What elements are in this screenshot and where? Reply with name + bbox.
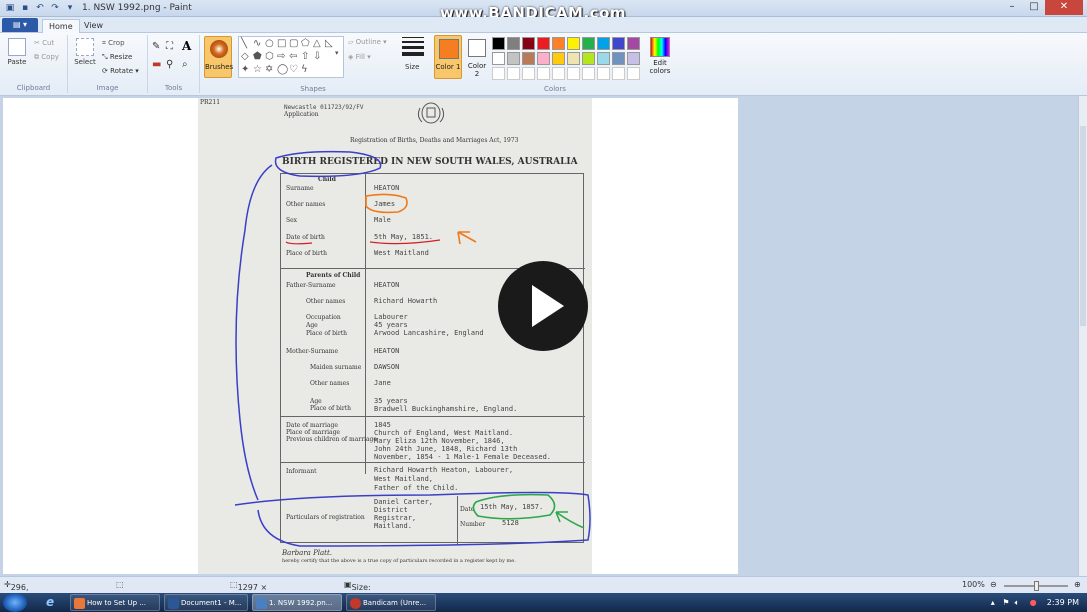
internet-explorer-icon[interactable]: e: [46, 595, 54, 609]
file-size: ▣ Size: 738.2KB: [344, 580, 385, 601]
cursor-position: ✛ 296, 229px: [4, 580, 36, 601]
taskbar: e How to Set Up ... Document1 - M... 1. …: [0, 593, 1087, 612]
blue-registration-box: [234, 491, 591, 547]
firefox-icon: [74, 598, 85, 609]
blue-heading-circle: [274, 150, 382, 178]
zoom-slider-thumb[interactable]: [1034, 581, 1039, 591]
paint-window: ▣ ▪ ↶ ↷ ▾ 1. NSW 1992.png - Paint www.BA…: [0, 0, 1087, 612]
taskbar-item-paint[interactable]: 1. NSW 1992.pn...: [252, 594, 342, 611]
selection-size-icon: ⬚: [116, 580, 124, 589]
green-date-circle: [472, 493, 556, 520]
zoom-level: 100%: [962, 580, 985, 589]
taskbar-item-word[interactable]: Document1 - M...: [164, 594, 248, 611]
play-icon: [532, 285, 564, 327]
green-arrow-annotation: [555, 511, 585, 529]
flag-icon[interactable]: ⚑: [1002, 598, 1009, 607]
status-bar: ✛ 296, 229px ⬚ ⬚ 1297 × 1000px ▣ Size: 7…: [0, 576, 1087, 601]
zoom-out-button[interactable]: ⊖: [990, 580, 997, 589]
orange-name-circle: [365, 193, 408, 214]
image-dimensions: ⬚ 1297 × 1000px: [230, 580, 268, 601]
zoom-in-button[interactable]: ⊕: [1074, 580, 1081, 589]
orange-arrow-annotation: [457, 231, 477, 245]
system-tray: ▴ ⚑ 🔈︎ ● 2:39 PM: [991, 593, 1079, 612]
start-button[interactable]: [3, 593, 27, 612]
zoom-slider[interactable]: [1004, 581, 1068, 591]
taskbar-item-bandicam[interactable]: Bandicam (Unre...: [346, 594, 436, 611]
record-icon[interactable]: ●: [1030, 598, 1037, 607]
blue-bracket-annotation: [235, 164, 273, 501]
paint-icon: [256, 598, 267, 609]
red-underline-date: [285, 239, 441, 245]
clock[interactable]: 2:39 PM: [1047, 598, 1079, 607]
tray-expand-icon[interactable]: ▴: [991, 598, 995, 607]
taskbar-item-firefox[interactable]: How to Set Up ...: [70, 594, 160, 611]
word-icon: [168, 598, 179, 609]
video-play-button[interactable]: [498, 261, 588, 351]
volume-icon[interactable]: 🔈︎: [1015, 598, 1020, 607]
bandicam-icon: [350, 598, 361, 609]
